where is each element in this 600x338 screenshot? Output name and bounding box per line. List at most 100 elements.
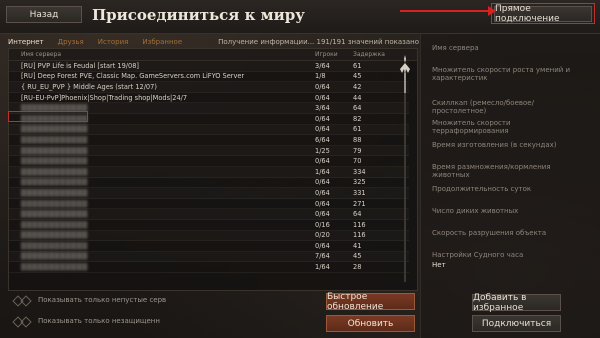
- table-row[interactable]: ████████████ 6/64 88: [9, 135, 409, 146]
- server-players: 1/64: [315, 263, 330, 272]
- toggle-diamond-icon[interactable]: [14, 318, 30, 325]
- server-name: { RU_EU_PVP } Middle Ages (start 12/07): [21, 82, 157, 91]
- tab-internet[interactable]: Интернет: [8, 38, 44, 46]
- table-row[interactable]: ████████████ 0/64 331: [9, 188, 409, 199]
- back-button[interactable]: Назад: [6, 6, 82, 23]
- server-ping: 271: [353, 199, 366, 208]
- table-row[interactable]: ████████████ 1/25 79: [9, 146, 409, 157]
- server-ping: 334: [353, 167, 366, 176]
- server-players: 0/64: [315, 188, 330, 197]
- server-name: ████████████: [21, 220, 88, 229]
- table-row[interactable]: ████████████ 0/64 61: [9, 125, 409, 136]
- table-row[interactable]: ████████████ 1/64 28: [9, 262, 409, 273]
- detail-destruction-speed: Скорость разрушения объекта: [432, 229, 547, 237]
- detail-wild-animals: Число диких животных: [432, 207, 519, 215]
- server-players: 3/64: [315, 61, 330, 70]
- server-name: ████████████: [21, 167, 88, 176]
- server-players: 1/8: [315, 72, 326, 81]
- server-name: ████████████: [21, 188, 88, 197]
- server-list: Имя сервера Игроки Задержка [RU] PVP Lif…: [8, 48, 418, 291]
- detail-day-length: Продолжительность суток: [432, 185, 532, 193]
- server-ping: 116: [353, 231, 366, 240]
- table-row[interactable]: [RU-EU-PvP]Phoenix|Shop|Trading shop|Mod…: [9, 93, 409, 104]
- detail-skillcap: Скиллкап (ремесло/боевое/простолетное): [432, 99, 534, 115]
- annotation-arrow: [400, 6, 496, 16]
- table-row[interactable]: ████████████ 0/20 116: [9, 231, 409, 242]
- server-ping: 116: [353, 220, 366, 229]
- server-players: 1/64: [315, 167, 330, 176]
- server-name: ████████████: [21, 252, 88, 261]
- annotation-highlight-box: [491, 3, 595, 24]
- table-row[interactable]: [RU] Deep Forest PVE, Classic Map. GameS…: [9, 72, 409, 83]
- server-players: 0/64: [315, 210, 330, 219]
- server-name: ████████████: [21, 231, 88, 240]
- quick-refresh-button[interactable]: Быстрое обновление: [326, 292, 415, 312]
- filter-non-empty[interactable]: Показывать только непустые серв: [14, 296, 166, 304]
- refresh-button[interactable]: Обновить: [326, 315, 415, 332]
- table-rows: [RU] PVP Life is Feudal [start 19/08] 3/6…: [9, 61, 409, 273]
- server-players: 0/64: [315, 114, 330, 123]
- filter-unprotected[interactable]: Показывать только незащищенн: [14, 317, 160, 325]
- detail-doomsday-settings: Настройки Судного часа: [432, 251, 524, 259]
- server-name: ████████████: [21, 178, 88, 187]
- detail-server-name: Имя сервера: [432, 44, 479, 52]
- server-players: 6/64: [315, 135, 330, 144]
- add-favorite-button[interactable]: Добавить в избранное: [472, 293, 561, 313]
- scrollbar-track[interactable]: [404, 72, 406, 282]
- server-ping: 42: [353, 82, 362, 91]
- scrollbar[interactable]: [399, 52, 411, 284]
- detail-doomsday-value: Нет: [432, 261, 446, 269]
- table-row[interactable]: ████████████ 0/64 271: [9, 199, 409, 210]
- server-ping: 61: [353, 61, 362, 70]
- server-name: ████████████: [21, 135, 88, 144]
- server-players: 0/64: [315, 199, 330, 208]
- detail-terraforming: Множитель скорости терраформирования: [432, 119, 511, 135]
- server-ping: 64: [353, 210, 362, 219]
- table-row[interactable]: ████████████ 7/64 45: [9, 252, 409, 263]
- server-name: ████████████: [21, 210, 88, 219]
- server-name: ████████████: [21, 146, 88, 155]
- table-row[interactable]: [RU] PVP Life is Feudal [start 19/08] 3/6…: [9, 61, 409, 72]
- server-name: [RU] PVP Life is Feudal [start 19/08]: [21, 61, 139, 70]
- table-row[interactable]: ████████████ 0/64 70: [9, 156, 409, 167]
- column-ping[interactable]: Задержка: [353, 49, 393, 60]
- table-row[interactable]: ████████████ 0/16 116: [9, 220, 409, 231]
- connect-button[interactable]: Подключиться: [472, 315, 561, 332]
- toggle-diamond-icon[interactable]: [14, 297, 30, 304]
- server-name: ████████████: [21, 125, 88, 134]
- tab-friends[interactable]: Друзья: [58, 38, 84, 46]
- table-row[interactable]: ████████████ 0/64 325: [9, 178, 409, 189]
- server-ping: 331: [353, 188, 366, 197]
- server-name: [RU-EU-PvP]Phoenix|Shop|Trading shop|Mod…: [21, 93, 188, 102]
- server-ping: 28: [353, 263, 362, 272]
- table-row[interactable]: { RU_EU_PVP } Middle Ages (start 12/07) 0…: [9, 82, 409, 93]
- server-players: 7/64: [315, 252, 330, 261]
- server-name: ████████████: [21, 263, 88, 272]
- server-tabs: Интернет Друзья История Избранное: [8, 38, 182, 46]
- tab-history[interactable]: История: [98, 38, 129, 46]
- server-players: 0/64: [315, 93, 330, 102]
- server-players: 0/64: [315, 125, 330, 134]
- server-name: ████████████: [21, 241, 88, 250]
- scrollbar-thumb-eagle-icon[interactable]: [399, 52, 411, 98]
- table-row[interactable]: ████████████ 0/64 64: [9, 209, 409, 220]
- server-players: 0/20: [315, 231, 330, 240]
- server-players: 0/64: [315, 157, 330, 166]
- column-players[interactable]: Игроки: [315, 49, 353, 60]
- server-players: 0/16: [315, 220, 330, 229]
- server-players: 0/64: [315, 241, 330, 250]
- detail-animal-breeding: Время размножения/кормления животных: [432, 163, 551, 179]
- table-row[interactable]: ████████████ 0/64 41: [9, 241, 409, 252]
- detail-crafting-time: Время изготовления (в секундах): [432, 141, 557, 149]
- server-players: 3/64: [315, 104, 330, 113]
- filter-non-empty-label: Показывать только непустые серв: [38, 296, 167, 304]
- server-ping: 64: [353, 104, 362, 113]
- column-server-name[interactable]: Имя сервера: [9, 49, 315, 60]
- loading-status: Получение информации... 191/191 значений…: [218, 38, 419, 46]
- detail-skill-growth: Множитель скорости роста умений и характ…: [432, 66, 571, 82]
- server-name: [RU] Deep Forest PVE, Classic Map. GameS…: [21, 72, 245, 81]
- server-ping: 88: [353, 135, 362, 144]
- server-players: 0/64: [315, 178, 330, 187]
- tab-favorites[interactable]: Избранное: [142, 38, 182, 46]
- table-row[interactable]: ████████████ 1/64 334: [9, 167, 409, 178]
